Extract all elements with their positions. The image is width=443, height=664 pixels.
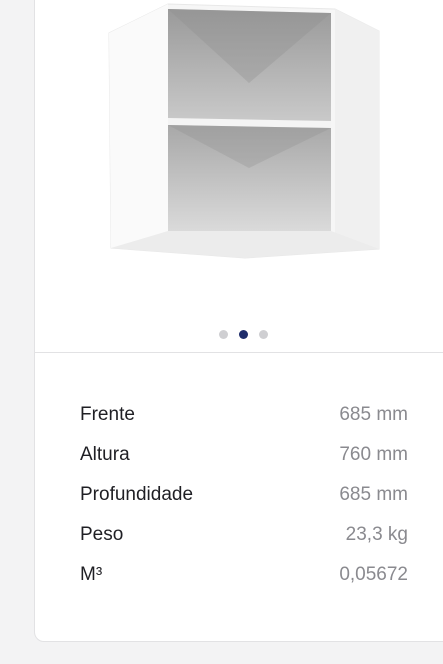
spec-row: M³ 0,05672 [80, 564, 408, 604]
spec-row: Altura 760 mm [80, 444, 408, 484]
spec-value: 685 mm [339, 484, 408, 505]
spec-value: 760 mm [339, 444, 408, 465]
product-image-carousel[interactable] [35, 1, 443, 339]
carousel-dot[interactable] [219, 330, 228, 339]
spec-row: Frente 685 mm [80, 404, 408, 444]
spec-row: Profundidade 685 mm [80, 484, 408, 524]
spec-label: Frente [80, 404, 135, 425]
spec-label: M³ [80, 564, 103, 585]
divider [35, 352, 443, 353]
spec-label: Peso [80, 524, 124, 545]
spec-value: 0,05672 [339, 564, 408, 585]
carousel-dot[interactable] [259, 330, 268, 339]
spec-value: 685 mm [339, 404, 408, 425]
spec-value: 23,3 kg [345, 524, 408, 545]
spec-label: Profundidade [80, 484, 194, 505]
carousel-dot-active[interactable] [239, 330, 248, 339]
specs-table: Frente 685 mm Altura 760 mm Profundidade… [80, 404, 408, 604]
carousel-dots [35, 330, 443, 340]
corner-wall-cabinet-image [108, 3, 380, 259]
spec-row: Peso 23,3 kg [80, 524, 408, 564]
product-card: Frente 685 mm Altura 760 mm Profundidade… [34, 0, 443, 642]
spec-label: Altura [80, 444, 130, 465]
